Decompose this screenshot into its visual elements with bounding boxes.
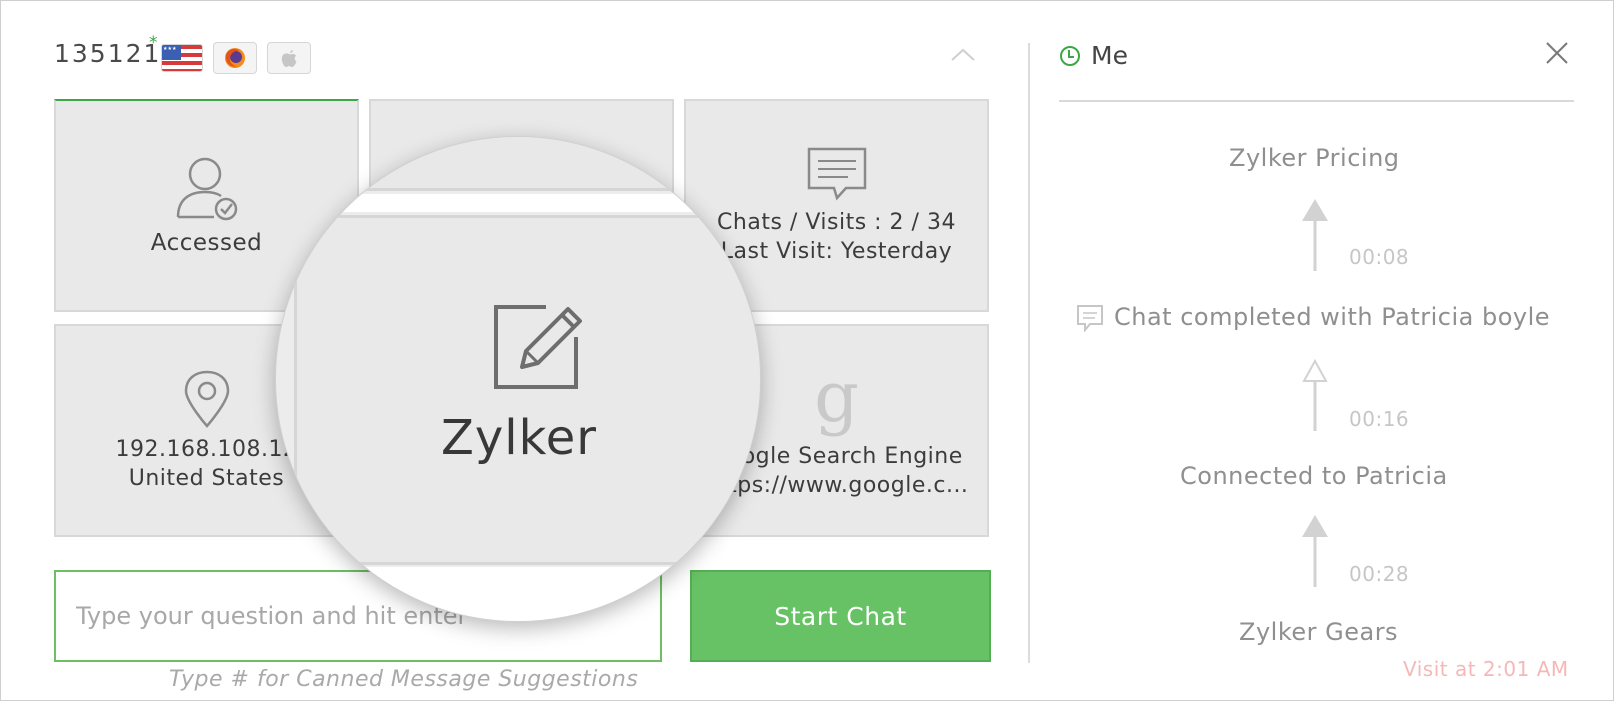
timeline-duration: 00:08 xyxy=(1349,245,1410,269)
owner-name: Me xyxy=(1091,41,1128,70)
timeline-chat-event: Chat completed with Patricia boyle xyxy=(1114,303,1551,331)
arrow-up-icon xyxy=(1302,199,1328,271)
arrow-up-icon xyxy=(1302,515,1328,587)
timeline-page: Zylker Pricing xyxy=(1229,144,1400,172)
arrow-up-outline-icon xyxy=(1302,359,1328,431)
visitor-marker: * xyxy=(149,33,158,53)
pane-divider xyxy=(1028,43,1030,663)
ip-address: 192.168.108.12 xyxy=(115,436,298,462)
us-flag-icon xyxy=(161,44,203,72)
country: United States xyxy=(128,465,285,491)
timeline-duration: 00:16 xyxy=(1349,407,1410,431)
clock-icon xyxy=(1060,46,1080,66)
magnified-tile-edge xyxy=(346,137,760,191)
magnifier-overlay: Zylker xyxy=(275,136,761,622)
canned-message-hint: Type # for Canned Message Suggestions xyxy=(169,667,639,692)
firefox-icon xyxy=(213,42,257,74)
header-divider xyxy=(1059,100,1574,102)
user-check-icon xyxy=(176,157,237,221)
close-icon[interactable] xyxy=(1543,39,1571,67)
google-icon: g xyxy=(814,355,859,438)
visitor-info-panel: 135121 * Accessed xyxy=(0,0,1614,701)
timeline-duration: 00:28 xyxy=(1349,562,1410,586)
map-pin-icon xyxy=(184,370,229,428)
chevron-up-icon[interactable] xyxy=(949,45,977,65)
visitor-name[interactable]: Zylker xyxy=(276,410,760,466)
edit-pencil-icon[interactable] xyxy=(488,295,588,395)
timeline-event: Connected to Patricia xyxy=(1180,462,1448,490)
apple-icon xyxy=(267,42,311,74)
chat-bubble-icon xyxy=(807,147,866,200)
timeline-page: Zylker Gears xyxy=(1239,618,1399,646)
visitor-id: 135121 xyxy=(54,39,162,68)
visit-timestamp: Visit at 2:01 AM xyxy=(1403,657,1569,681)
tile-label: Accessed xyxy=(150,230,263,256)
chat-icon xyxy=(1077,305,1103,332)
